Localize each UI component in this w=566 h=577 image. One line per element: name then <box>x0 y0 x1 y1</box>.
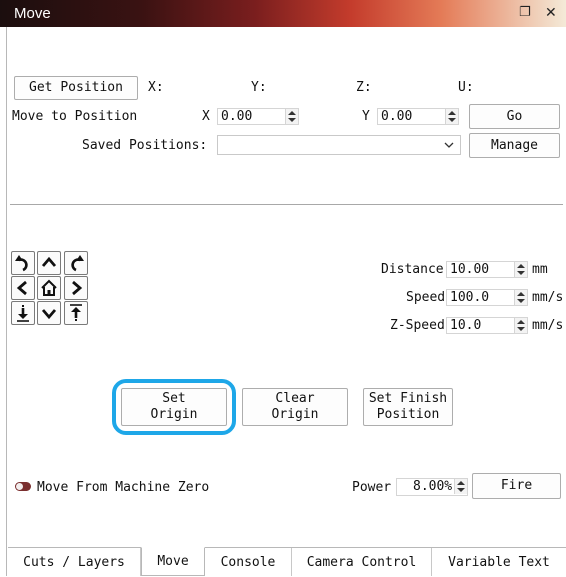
speed-value: 100.0 <box>450 290 490 305</box>
move-y-label: Y <box>362 109 370 124</box>
arrow-right-icon <box>72 280 83 296</box>
home-button[interactable] <box>37 276 61 300</box>
z-up-icon <box>70 304 82 321</box>
tab-cuts-layers[interactable]: Cuts / Layers <box>8 548 141 576</box>
z-speed-unit: mm/s <box>532 318 564 333</box>
machine-zero-toggle[interactable] <box>15 482 31 491</box>
speed-spinbox[interactable]: 100.0 <box>446 289 528 306</box>
tab-variable-text[interactable]: Variable Text <box>432 548 566 576</box>
y-readout-label: Y: <box>251 80 267 95</box>
separator <box>10 204 563 205</box>
jog-down-button[interactable] <box>37 301 61 325</box>
z-down-icon <box>17 305 29 322</box>
rotate-cw-button[interactable] <box>64 251 88 275</box>
distance-spinbox[interactable]: 10.00 <box>446 261 528 278</box>
jog-left-button[interactable] <box>11 276 35 300</box>
go-button[interactable]: Go <box>469 104 560 129</box>
bottom-tab-bar: Cuts / Layers Move Console Camera Contro… <box>8 547 566 577</box>
spin-arrows-icon[interactable] <box>514 290 527 305</box>
tab-console[interactable]: Console <box>205 548 292 576</box>
float-window-icon[interactable]: ❐ <box>519 5 531 20</box>
move-to-position-label: Move to Position <box>12 109 138 124</box>
move-x-spinbox[interactable]: 0.00 <box>217 108 299 125</box>
chevron-down-icon <box>444 142 454 148</box>
speed-unit: mm/s <box>532 290 564 305</box>
z-down-button[interactable] <box>11 301 35 325</box>
spin-arrows-icon[interactable] <box>514 318 527 333</box>
spin-arrows-icon[interactable] <box>514 262 527 277</box>
tab-camera-control[interactable]: Camera Control <box>292 548 432 576</box>
arrow-left-icon <box>16 280 27 296</box>
distance-value: 10.00 <box>450 262 490 277</box>
move-x-value: 0.00 <box>221 109 253 124</box>
rotate-cw-icon <box>71 255 84 272</box>
z-speed-value: 10.0 <box>450 318 482 333</box>
rotate-ccw-button[interactable] <box>11 251 35 275</box>
jog-right-button[interactable] <box>64 276 88 300</box>
set-origin-button[interactable]: Set Origin <box>121 388 227 426</box>
move-y-value: 0.00 <box>381 109 413 124</box>
set-finish-position-button[interactable]: Set Finish Position <box>363 388 453 426</box>
z-up-button[interactable] <box>64 301 88 325</box>
power-label: Power <box>352 480 392 495</box>
distance-label: Distance <box>381 262 444 277</box>
title-bar: Move ❐ ✕ <box>0 0 566 27</box>
z-speed-spinbox[interactable]: 10.0 <box>446 317 528 334</box>
power-value: 8.00% <box>413 479 453 494</box>
clear-origin-button[interactable]: Clear Origin <box>242 388 348 426</box>
power-spinbox[interactable]: 8.00% <box>396 478 468 496</box>
machine-zero-label: Move From Machine Zero <box>37 480 210 495</box>
z-readout-label: Z: <box>356 80 372 95</box>
move-x-label: X <box>202 109 210 124</box>
spin-arrows-icon[interactable] <box>445 109 458 124</box>
close-icon[interactable]: ✕ <box>545 5 557 21</box>
arrow-up-icon <box>41 256 57 267</box>
tab-move[interactable]: Move <box>141 547 205 576</box>
move-y-spinbox[interactable]: 0.00 <box>377 108 459 125</box>
get-position-button[interactable]: Get Position <box>14 76 138 100</box>
saved-positions-dropdown[interactable] <box>217 135 461 155</box>
speed-label: Speed <box>406 290 446 305</box>
spin-arrows-icon[interactable] <box>285 109 298 124</box>
home-icon <box>41 279 57 296</box>
fire-button[interactable]: Fire <box>472 473 561 499</box>
arrow-down-icon <box>41 309 57 320</box>
manage-button[interactable]: Manage <box>469 133 560 158</box>
jog-up-button[interactable] <box>37 251 61 275</box>
window-title: Move <box>14 5 51 22</box>
spin-arrows-icon[interactable] <box>454 479 467 494</box>
rotate-ccw-icon <box>15 255 28 272</box>
saved-positions-label: Saved Positions: <box>82 138 208 153</box>
z-speed-label: Z-Speed <box>390 318 445 333</box>
u-readout-label: U: <box>458 80 474 95</box>
x-readout-label: X: <box>148 80 164 95</box>
distance-unit: mm <box>532 262 548 277</box>
